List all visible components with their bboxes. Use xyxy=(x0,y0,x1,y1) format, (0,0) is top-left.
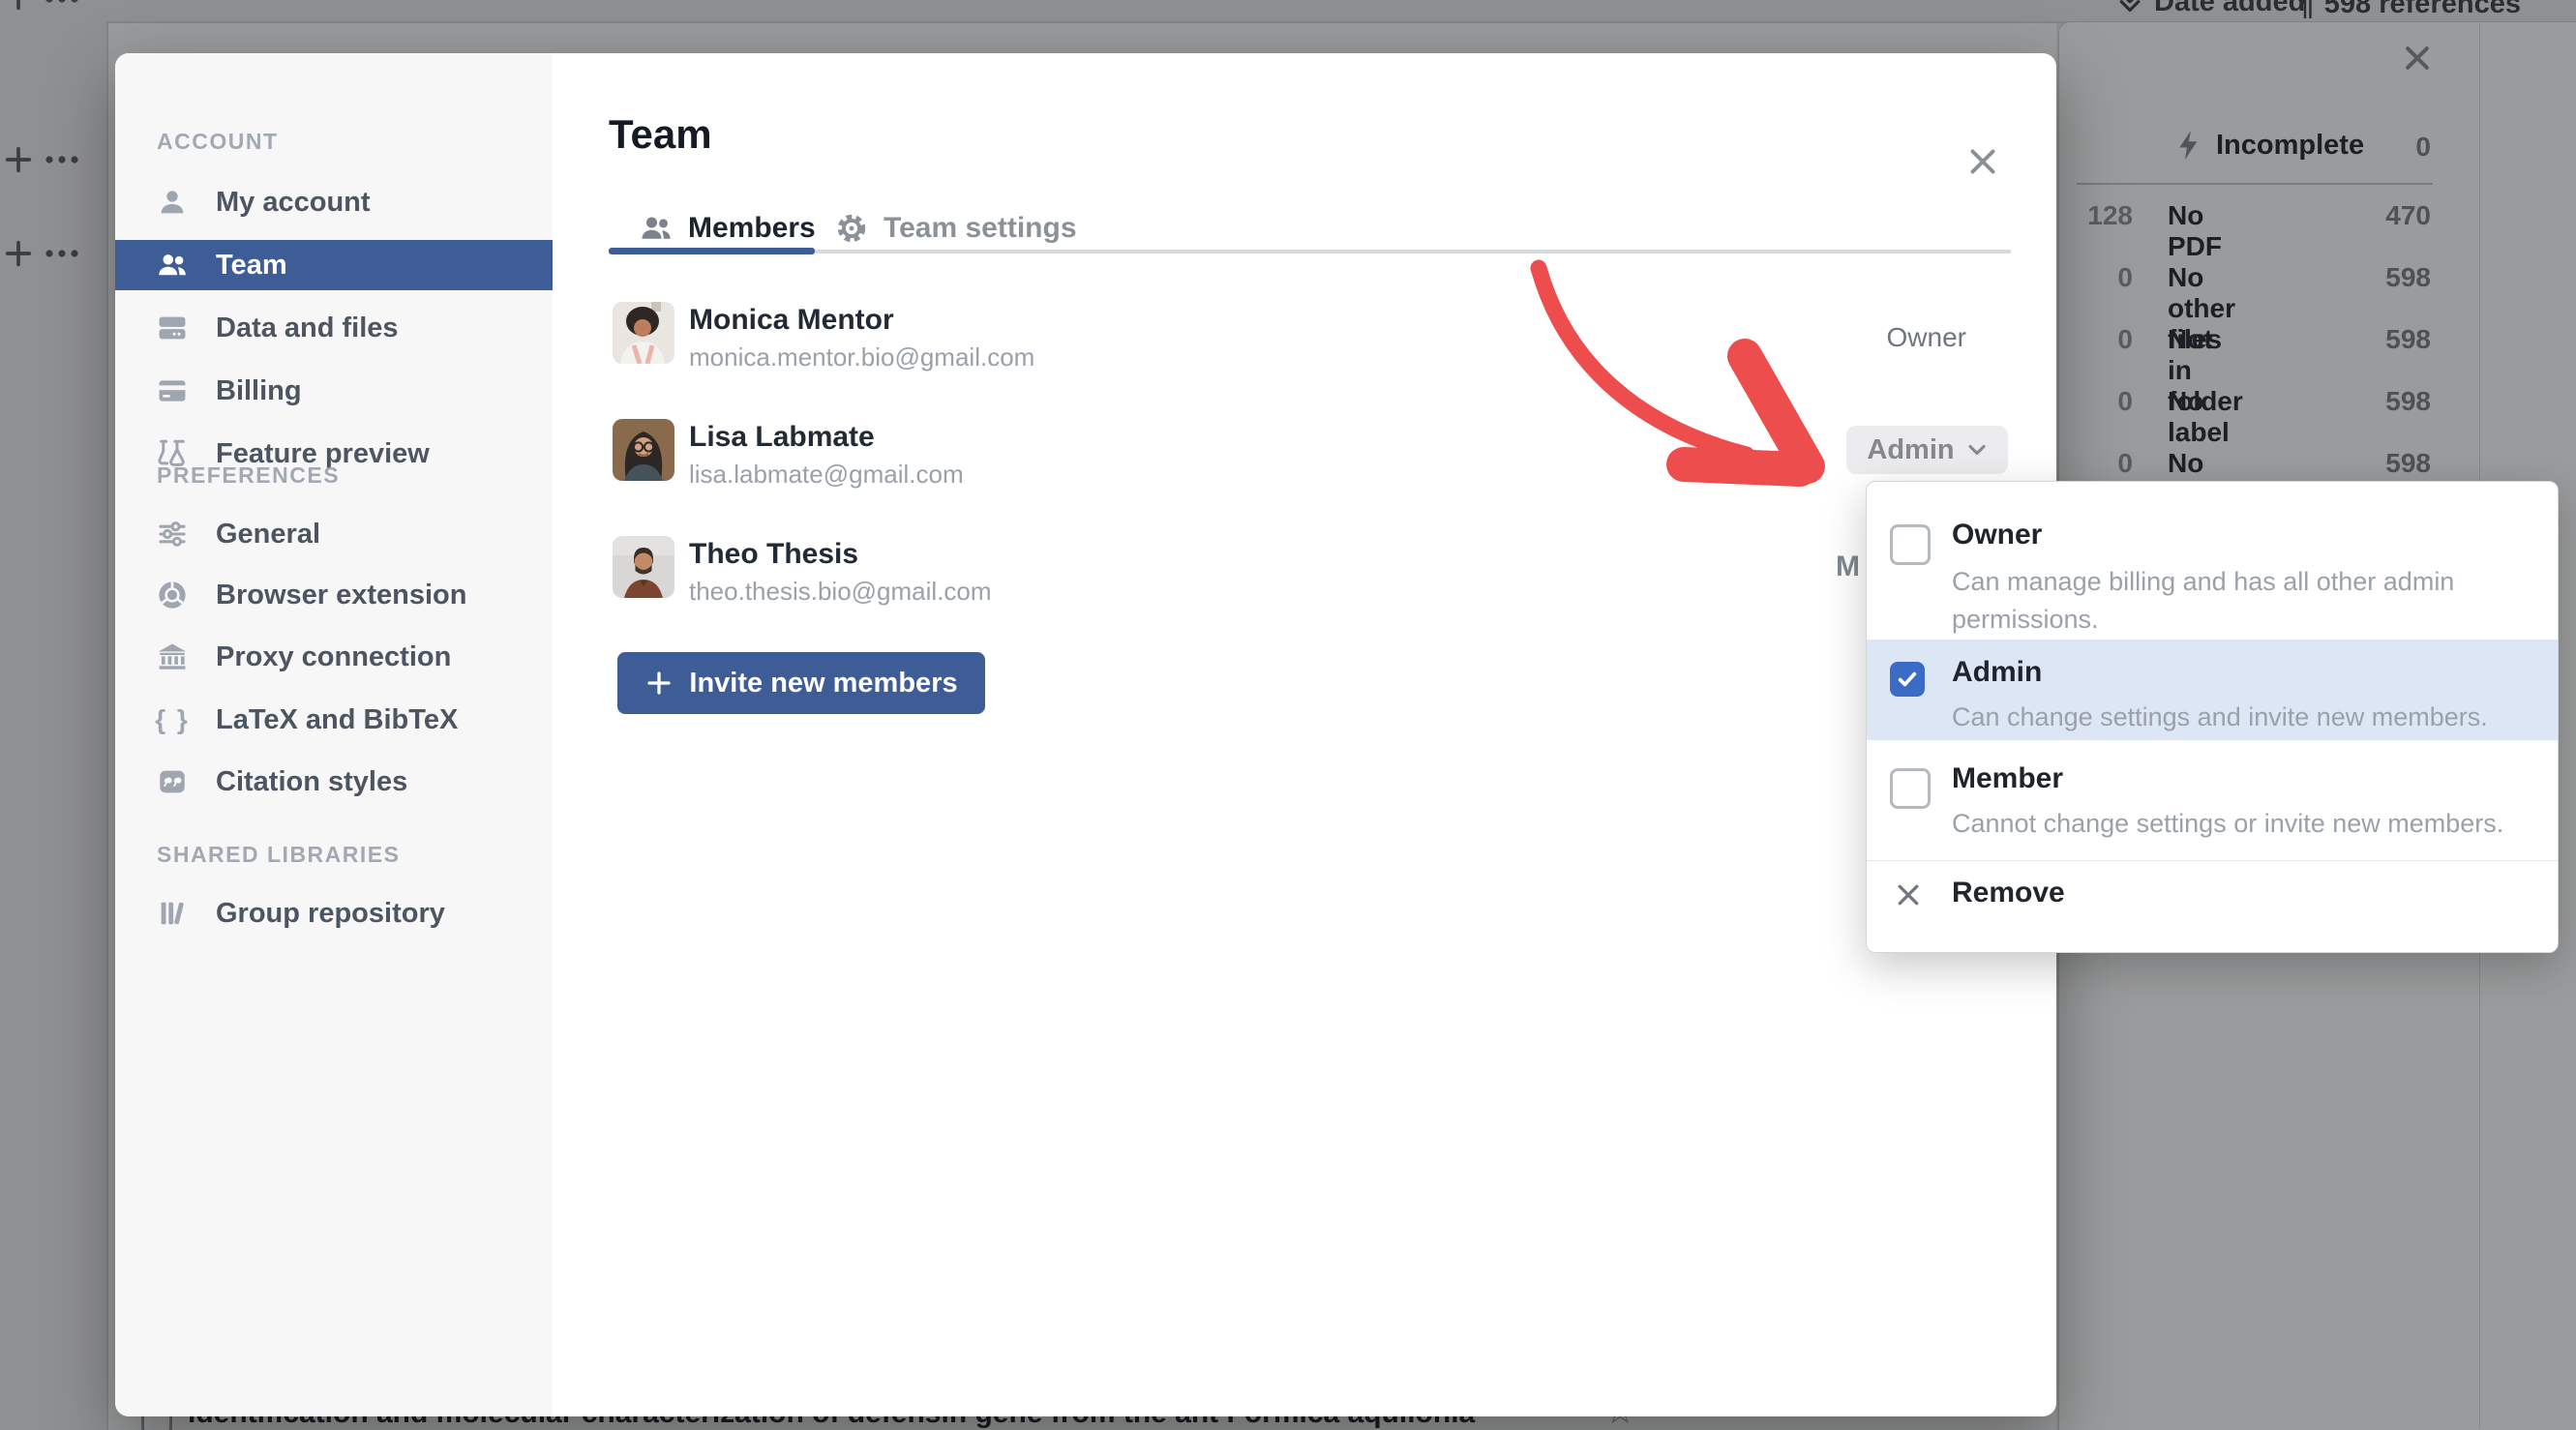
settings-modal: ACCOUNT My account Team Data and files B… xyxy=(115,53,2056,1416)
checkbox-checked[interactable] xyxy=(1890,662,1925,697)
bank-icon xyxy=(155,640,190,674)
plus-icon xyxy=(644,669,674,698)
sidebar-item-label: Billing xyxy=(216,375,302,407)
menu-divider xyxy=(1867,860,2558,861)
checkbox-unchecked[interactable] xyxy=(1890,768,1931,809)
sidebar-item-label: Group repository xyxy=(216,898,445,930)
invite-new-members-button[interactable]: Invite new members xyxy=(617,652,985,714)
member-email: theo.thesis.bio@gmail.com xyxy=(689,577,992,607)
option-title: Member xyxy=(1952,762,2063,795)
app-canvas: Date added ¶ 598 references Incomplete 0… xyxy=(0,0,2576,1430)
sidebar-item-label: General xyxy=(216,519,320,551)
tab-label: Members xyxy=(688,212,816,245)
sidebar-item-proxy-connection[interactable]: Proxy connection xyxy=(115,632,553,682)
checkbox-unchecked[interactable] xyxy=(1890,524,1931,565)
member-email: lisa.labmate@gmail.com xyxy=(689,460,964,490)
database-icon xyxy=(155,311,190,345)
avatar xyxy=(613,302,674,364)
sidebar-section-preferences: PREFERENCES xyxy=(157,462,340,489)
role-dropdown-button[interactable]: Admin xyxy=(1846,426,2008,474)
sidebar-item-browser-extension[interactable]: Browser extension xyxy=(115,570,553,620)
sidebar-item-latex-bibtex[interactable]: { } LaTeX and BibTeX xyxy=(115,695,553,745)
tab-label: Team settings xyxy=(884,212,1077,245)
role-menu: Owner Can manage billing and has all oth… xyxy=(1866,481,2559,953)
sidebar-item-label: My account xyxy=(216,187,371,219)
chevron-down-icon xyxy=(1966,443,1988,457)
sidebar-item-label: Data and files xyxy=(216,313,399,344)
quote-icon xyxy=(155,764,190,799)
sidebar-item-label: Browser extension xyxy=(216,580,466,611)
member-name: Lisa Labmate xyxy=(689,421,875,454)
role-dropdown-value: Admin xyxy=(1867,434,1954,466)
invite-button-label: Invite new members xyxy=(689,668,957,700)
option-description: Can change settings and invite new membe… xyxy=(1952,699,2488,736)
sidebar-item-label: Citation styles xyxy=(216,766,407,798)
remove-label: Remove xyxy=(1952,877,2065,909)
member-name: Theo Thesis xyxy=(689,538,858,571)
remove-x-icon xyxy=(1892,879,1925,911)
option-title: Owner xyxy=(1952,519,2042,551)
sliders-icon xyxy=(155,517,190,551)
credit-card-icon xyxy=(155,373,190,408)
tab-members[interactable]: Members xyxy=(638,210,816,247)
close-modal-icon[interactable] xyxy=(1956,134,2010,189)
sidebar-item-data-and-files[interactable]: Data and files xyxy=(115,303,553,353)
member-email: monica.mentor.bio@gmail.com xyxy=(689,343,1034,372)
option-description: Can manage billing and has all other adm… xyxy=(1952,563,2503,639)
active-tab-underline xyxy=(609,248,815,254)
member-name: Monica Mentor xyxy=(689,304,894,337)
members-icon xyxy=(638,210,674,247)
sidebar-section-account: ACCOUNT xyxy=(157,129,279,155)
user-icon xyxy=(155,185,190,220)
sidebar-item-citation-styles[interactable]: Citation styles xyxy=(115,757,553,807)
braces-icon: { } xyxy=(155,702,190,737)
sidebar-item-my-account[interactable]: My account xyxy=(115,177,553,227)
chrome-icon xyxy=(155,578,190,612)
books-icon xyxy=(155,896,190,931)
avatar xyxy=(613,536,674,598)
sidebar-item-billing[interactable]: Billing xyxy=(115,366,553,416)
page-title: Team xyxy=(609,111,712,158)
team-icon xyxy=(155,248,190,283)
sidebar-item-team[interactable]: Team xyxy=(115,240,553,290)
tab-team-settings[interactable]: Team settings xyxy=(833,210,1077,247)
avatar xyxy=(613,419,674,481)
gear-icon xyxy=(833,210,870,247)
sidebar-item-group-repository[interactable]: Group repository xyxy=(115,888,553,938)
option-title: Admin xyxy=(1952,656,2042,689)
sidebar-section-shared-libraries: SHARED LIBRARIES xyxy=(157,842,400,868)
sidebar-item-label: Proxy connection xyxy=(216,641,451,673)
sidebar-item-label: LaTeX and BibTeX xyxy=(216,704,458,736)
tab-divider xyxy=(815,250,2011,253)
member-role-clipped: M xyxy=(1836,551,1865,589)
sidebar-item-general[interactable]: General xyxy=(115,509,553,559)
member-role-owner: Owner xyxy=(1879,322,1966,353)
option-description: Cannot change settings or invite new mem… xyxy=(1952,805,2503,843)
sidebar-item-label: Team xyxy=(216,250,287,282)
